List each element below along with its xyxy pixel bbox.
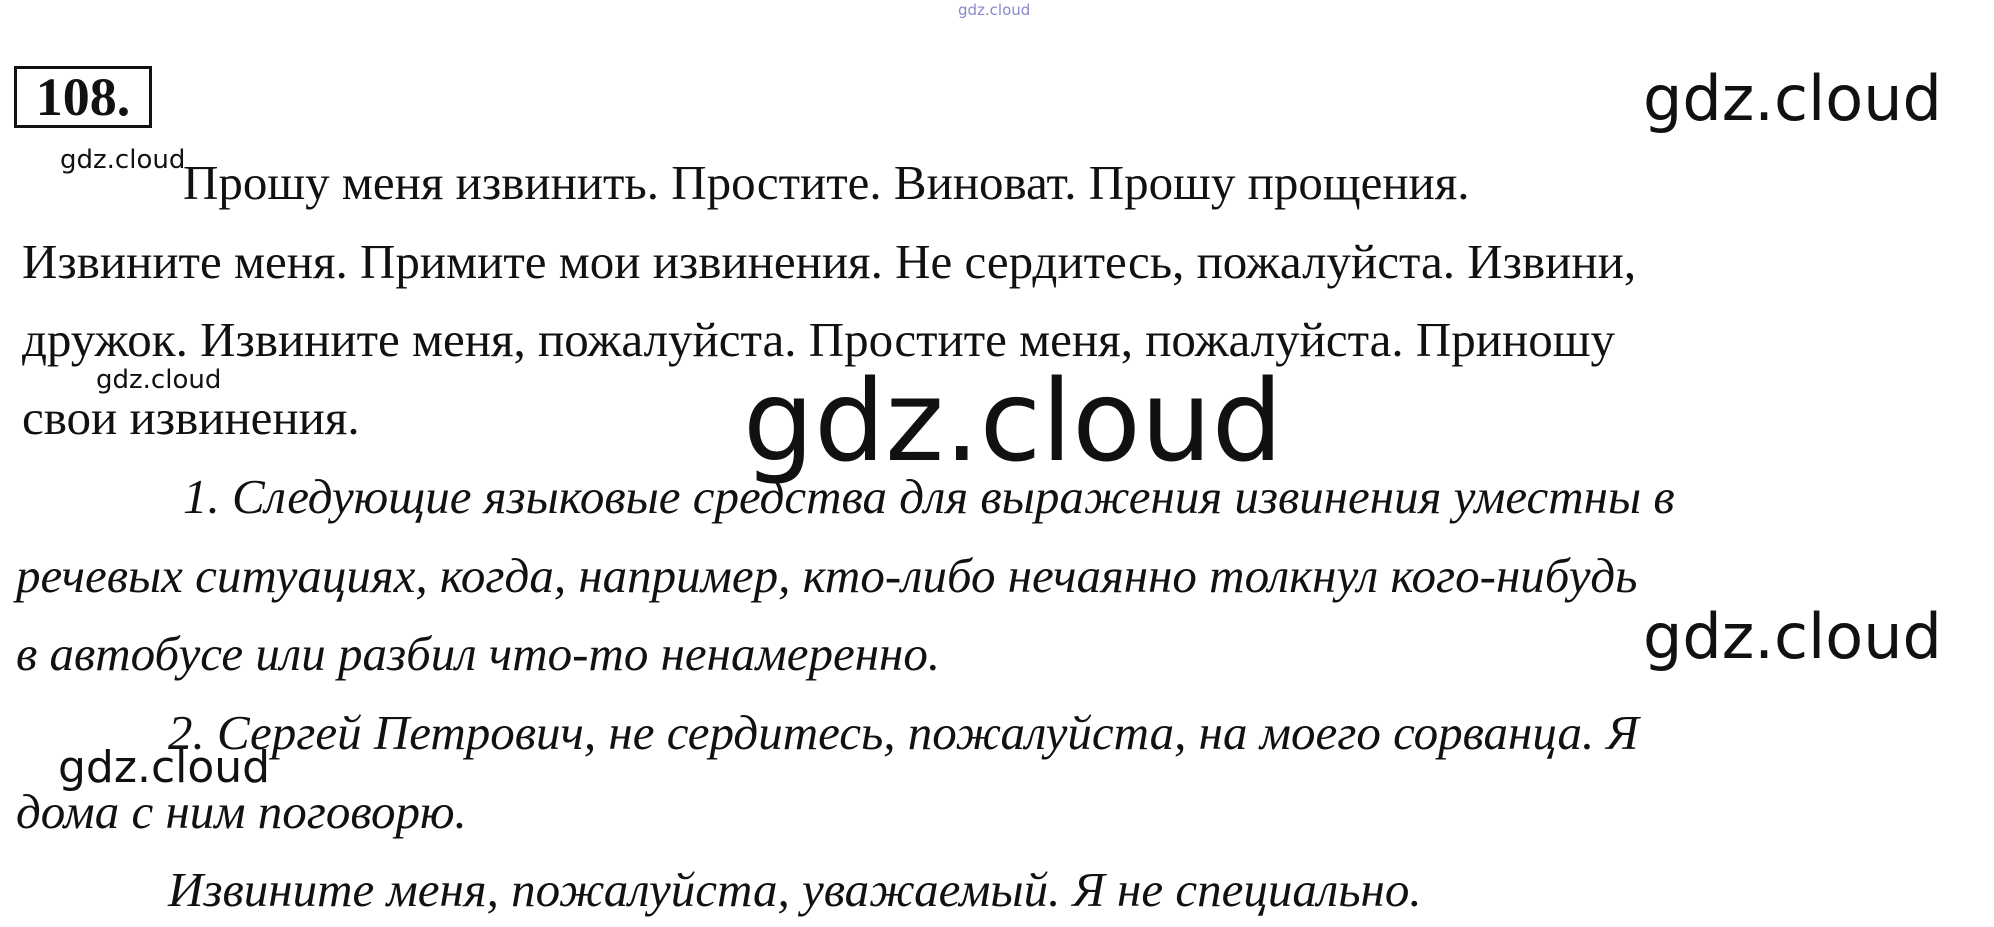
text-line-5: 1. Следующие языковые средства для выраж… bbox=[183, 469, 1675, 524]
text-line-6: речевых ситуациях, когда, например, кто-… bbox=[16, 548, 1638, 603]
text-line-9: дома с ним поговорю. bbox=[16, 784, 467, 839]
watermark-center: gdz.cloud bbox=[743, 357, 1283, 487]
text-line-10: Извините меня, пожалуйста, уважаемый. Я … bbox=[168, 862, 1422, 917]
watermark-left-small-1: gdz.cloud bbox=[60, 145, 186, 175]
exercise-number: 108. bbox=[14, 66, 152, 128]
text-line-7: в автобусе или разбил что-то ненамеренно… bbox=[16, 626, 941, 681]
watermark-top: gdz.cloud bbox=[958, 1, 1031, 19]
watermark-right-top: gdz.cloud bbox=[1643, 62, 1942, 135]
watermark-right-middle: gdz.cloud bbox=[1643, 600, 1942, 673]
text-line-2: Извините меня. Примите мои извинения. Не… bbox=[22, 234, 1637, 289]
text-line-4: свои извинения. bbox=[22, 390, 360, 445]
text-line-1: Прошу меня извинить. Простите. Виноват. … bbox=[183, 155, 1470, 210]
text-line-8: 2. Сергей Петрович, не сердитесь, пожалу… bbox=[168, 705, 1639, 760]
